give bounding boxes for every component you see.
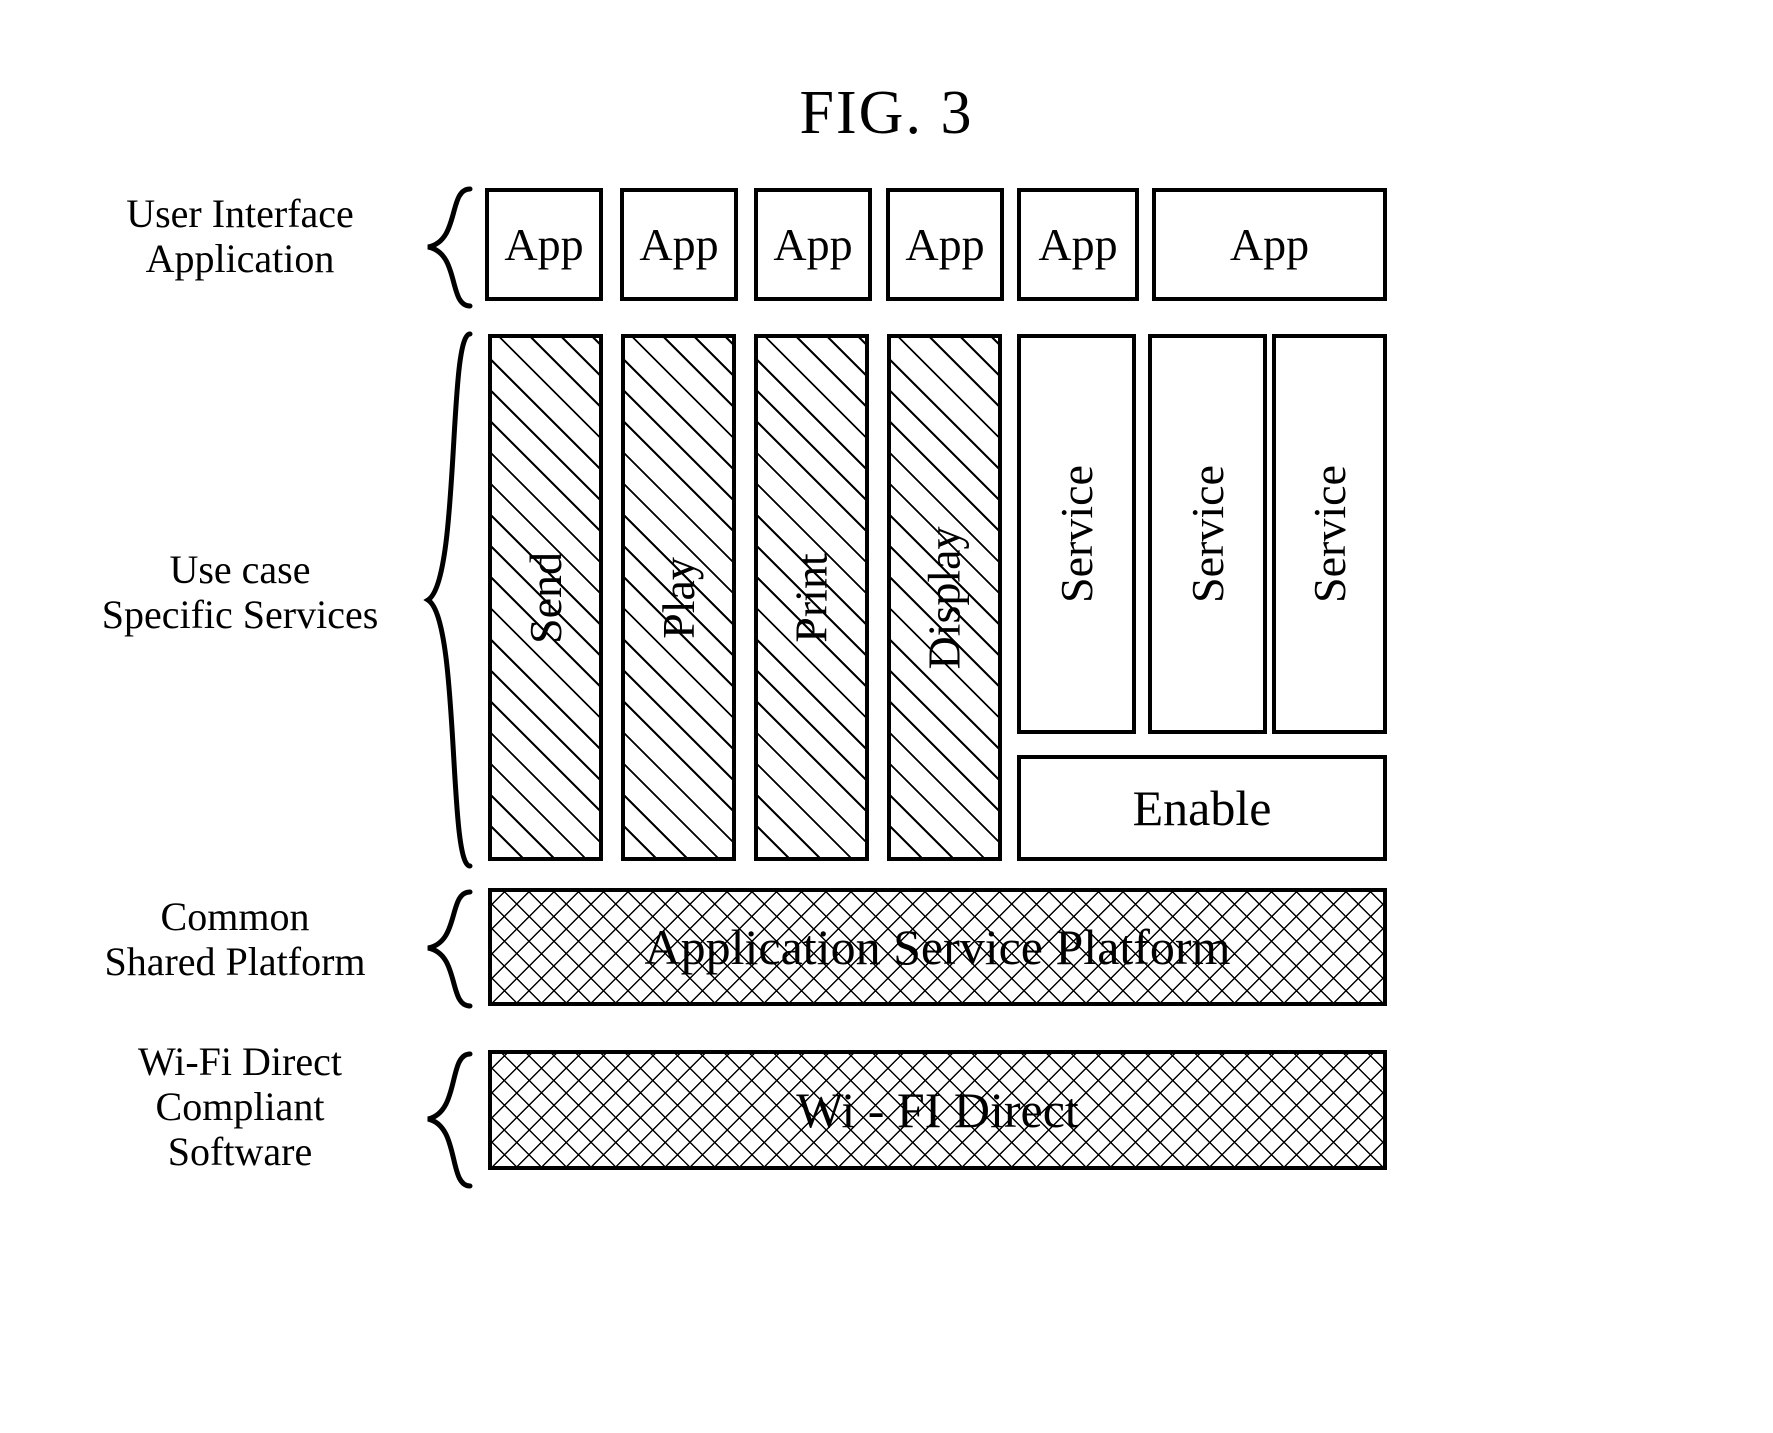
app-box[interactable]: App xyxy=(1152,188,1387,301)
service-column-generic[interactable]: Service xyxy=(1148,334,1267,734)
brace-use-case-specific-services xyxy=(418,330,478,870)
app-box-label: App xyxy=(1229,218,1310,270)
service-column-label: Service xyxy=(1050,465,1102,603)
row-label-line: Use case xyxy=(169,547,311,592)
service-column-label: Service xyxy=(1181,465,1233,603)
application-service-platform-label: Application Service Platform xyxy=(644,919,1231,975)
service-column-print[interactable]: Print xyxy=(754,334,869,861)
row-label-use-case-specific-services: Use case Specific Services xyxy=(60,547,420,638)
application-service-platform-bar[interactable]: Application Service Platform xyxy=(488,888,1387,1006)
row-label-line: Wi-Fi Direct xyxy=(138,1039,342,1084)
service-column-play[interactable]: Play xyxy=(621,334,736,861)
service-column-label: Display xyxy=(918,525,970,670)
app-box-label: App xyxy=(1038,218,1118,270)
row-label-line: Specific Services xyxy=(101,591,379,637)
app-box[interactable]: App xyxy=(485,188,603,301)
service-column-label: Send xyxy=(519,551,571,644)
brace-user-interface-application xyxy=(418,185,478,310)
brace-common-shared-platform xyxy=(418,888,478,1010)
app-box-label: App xyxy=(905,218,985,270)
service-column-display[interactable]: Display xyxy=(887,334,1002,861)
row-label-line: Application xyxy=(145,235,335,281)
row-label-line: Software xyxy=(167,1128,313,1174)
row-label-common-shared-platform: Common Shared Platform xyxy=(40,894,430,985)
app-box[interactable]: App xyxy=(754,188,872,301)
enable-box-label: Enable xyxy=(1132,780,1272,836)
row-label-user-interface-application: User Interface Application xyxy=(60,191,420,282)
wifi-direct-label: Wi - FI Direct xyxy=(796,1082,1079,1138)
figure-title: FIG. 3 xyxy=(799,79,974,147)
service-column-send[interactable]: Send xyxy=(488,334,603,861)
service-column-label: Service xyxy=(1303,465,1355,603)
enable-box[interactable]: Enable xyxy=(1017,755,1387,861)
row-label-line: Compliant xyxy=(155,1083,325,1129)
app-box[interactable]: App xyxy=(620,188,738,301)
wifi-direct-bar[interactable]: Wi - FI Direct xyxy=(488,1050,1387,1170)
row-label-line: Shared Platform xyxy=(104,938,366,984)
service-column-generic[interactable]: Service xyxy=(1017,334,1136,734)
service-column-label: Print xyxy=(785,552,837,643)
row-label-wifi-direct-compliant-software: Wi-Fi Direct Compliant Software xyxy=(60,1039,420,1174)
row-label-line: User Interface xyxy=(126,191,354,236)
app-box[interactable]: App xyxy=(1017,188,1139,301)
brace-wifi-direct-compliant-software xyxy=(418,1050,478,1190)
app-box-label: App xyxy=(773,218,853,270)
row-label-line: Common xyxy=(160,894,310,939)
service-column-generic[interactable]: Service xyxy=(1272,334,1387,734)
app-box-label: App xyxy=(639,218,719,270)
app-box-label: App xyxy=(504,218,584,270)
service-column-label: Play xyxy=(652,556,704,639)
app-box[interactable]: App xyxy=(886,188,1004,301)
